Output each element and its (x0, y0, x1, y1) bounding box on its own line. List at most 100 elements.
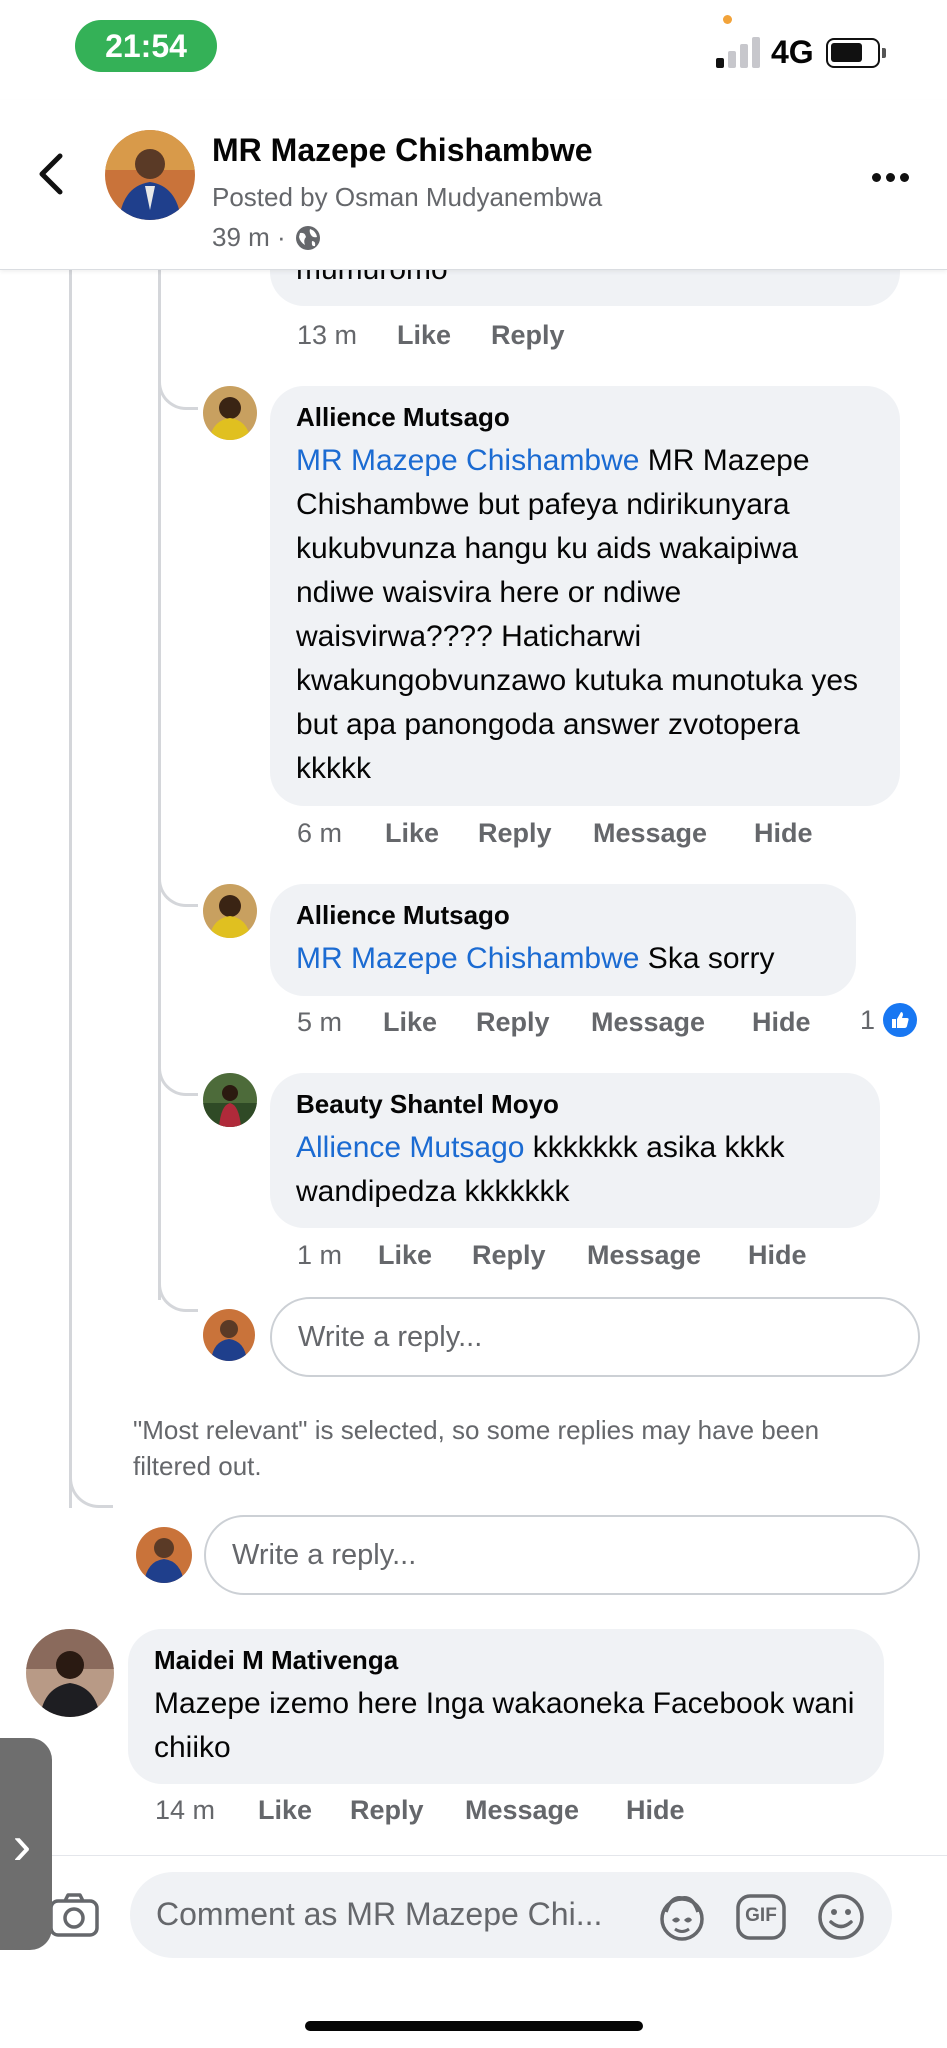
reaction-count-text: 1 (860, 1004, 876, 1035)
comment-time: 6 m (297, 818, 343, 848)
thread-connector-curve-4 (158, 1272, 198, 1312)
hide-button[interactable]: Hide (752, 1007, 811, 1038)
comment-bubble[interactable]: Allience Mutsago MR Mazepe Chishambwe Sk… (270, 884, 856, 996)
comment-body: Ska sorry (639, 942, 775, 975)
reply-input[interactable]: Write a reply... (204, 1515, 920, 1595)
avatar[interactable] (203, 884, 257, 938)
author-avatar[interactable] (105, 130, 195, 220)
reply-input-placeholder: Write a reply... (232, 1538, 417, 1571)
network-label: 4G (771, 34, 814, 70)
like-button[interactable]: Like (385, 818, 478, 849)
mention-link[interactable]: MR Mazepe Chishambwe (296, 942, 639, 975)
post-header: MR Mazepe Chishambwe Posted by Osman Mud… (0, 100, 947, 270)
reply-button[interactable]: Reply (350, 1795, 465, 1826)
thread-connector-outer (69, 270, 72, 1508)
current-user-avatar (203, 1309, 255, 1361)
reply-button[interactable]: Reply (472, 1240, 587, 1271)
globe-icon (295, 225, 320, 250)
comment-actions: 5 m Like Reply Message Hide (297, 1007, 811, 1038)
thread-connector-inner (158, 270, 161, 1300)
commenter-name[interactable]: Beauty Shantel Moyo (296, 1089, 854, 1120)
hide-button[interactable]: Hide (748, 1240, 807, 1271)
post-time: 39 m · (212, 222, 322, 253)
emoji-button[interactable] (816, 1892, 866, 1942)
message-button[interactable]: Message (465, 1795, 626, 1826)
avatar-sticker-button[interactable] (657, 1892, 707, 1942)
more-dots-icon (872, 172, 881, 182)
chevron-left-icon (39, 153, 63, 195)
comment-bubble-partial[interactable]: mumuromo (270, 270, 900, 306)
gif-label: GIF (745, 1905, 777, 1926)
emoji-icon (818, 1894, 864, 1940)
comment-text: Allience Mutsago kkkkkkk asika kkkk wand… (296, 1126, 854, 1214)
back-button[interactable] (32, 148, 72, 200)
commenter-name[interactable]: Allience Mutsago (296, 900, 830, 931)
comment-time: 1 m (297, 1240, 343, 1270)
camera-button[interactable] (48, 1892, 100, 1938)
avatar[interactable] (203, 1073, 257, 1127)
avatar-sticker-icon (660, 1896, 704, 1941)
comment-text: MR Mazepe Chishambwe Ska sorry (296, 937, 830, 981)
current-user-avatar (136, 1527, 192, 1583)
post-time-text: 39 m · (212, 222, 286, 252)
reaction-count[interactable]: 1 (860, 1003, 918, 1037)
hide-button[interactable]: Hide (754, 818, 813, 849)
like-button[interactable]: Like (258, 1795, 350, 1826)
signal-icon (716, 36, 762, 68)
comment-body: MR Mazepe Chishambwe but pafeya ndirikun… (296, 444, 859, 785)
filter-notice: "Most relevant" is selected, so some rep… (133, 1415, 820, 1481)
like-button[interactable]: Like (378, 1240, 472, 1271)
comment-actions: 6 m Like Reply Message Hide (297, 818, 813, 849)
thread-connector-curve-3 (158, 1056, 198, 1096)
comment-input[interactable]: Comment as MR Mazepe Chi... GIF (130, 1872, 892, 1958)
status-bar: 21:54 4G (0, 0, 947, 100)
thread-connector-curve-2 (158, 867, 198, 907)
comment-time: 14 m (155, 1795, 216, 1825)
avatar[interactable] (26, 1629, 114, 1717)
chevron-right-icon: › (12, 1812, 32, 1876)
message-button[interactable]: Message (587, 1240, 748, 1271)
comment-text: mumuromo (296, 270, 448, 292)
side-panel-handle[interactable]: › (0, 1738, 52, 1950)
comment-bubble[interactable]: Maidei M Mativenga Mazepe izemo here Ing… (128, 1629, 884, 1784)
comment-thread[interactable]: mumuromo 13 m Like Reply Allience Mutsag… (0, 270, 947, 1855)
posted-by-text[interactable]: Posted by Osman Mudyanembwa (212, 182, 602, 213)
comment-bubble[interactable]: Allience Mutsago MR Mazepe Chishambwe MR… (270, 386, 900, 806)
battery-icon (826, 38, 886, 68)
gif-button[interactable]: GIF (736, 1892, 786, 1942)
thread-connector-curve-1 (158, 370, 198, 410)
commenter-name[interactable]: Maidei M Mativenga (154, 1645, 858, 1676)
comment-actions: 1 m Like Reply Message Hide (297, 1240, 807, 1271)
comment-composer-bar: Comment as MR Mazepe Chi... GIF (0, 1855, 947, 2048)
mention-link[interactable]: Allience Mutsago (296, 1131, 524, 1164)
commenter-name[interactable]: Allience Mutsago (296, 402, 874, 433)
mention-link[interactable]: MR Mazepe Chishambwe (296, 444, 639, 477)
hide-button[interactable]: Hide (626, 1795, 685, 1826)
like-button[interactable]: Like (383, 1007, 476, 1038)
status-time: 21:54 (75, 20, 217, 72)
message-button[interactable]: Message (593, 818, 754, 849)
like-button[interactable]: Like (397, 320, 491, 351)
comment-time: 13 m (297, 320, 358, 350)
comment-actions: 14 m Like Reply Message Hide (155, 1795, 685, 1826)
reply-input-placeholder: Write a reply... (298, 1320, 483, 1353)
reply-button[interactable]: Reply (491, 320, 565, 351)
reply-button[interactable]: Reply (476, 1007, 591, 1038)
home-indicator[interactable] (305, 2021, 643, 2031)
reply-button[interactable]: Reply (478, 818, 593, 849)
avatar[interactable] (203, 386, 257, 440)
thread-connector-outer-curve (69, 1470, 113, 1508)
message-button[interactable]: Message (591, 1007, 752, 1038)
reply-input[interactable]: Write a reply... (270, 1297, 920, 1377)
post-author-name[interactable]: MR Mazepe Chishambwe (212, 132, 593, 169)
comment-actions: 13 m Like Reply (297, 320, 565, 351)
privacy-indicator-dot (723, 15, 732, 24)
camera-icon (49, 1893, 99, 1937)
comment-bubble[interactable]: Beauty Shantel Moyo Allience Mutsago kkk… (270, 1073, 880, 1228)
comment-time: 5 m (297, 1007, 343, 1037)
comment-input-placeholder: Comment as MR Mazepe Chi... (156, 1896, 603, 1932)
more-options-button[interactable] (872, 170, 912, 184)
comment-text: MR Mazepe Chishambwe MR Mazepe Chishambw… (296, 439, 874, 791)
comment-text: Mazepe izemo here Inga wakaoneka Faceboo… (154, 1687, 855, 1764)
thumbs-up-icon (883, 1003, 918, 1037)
